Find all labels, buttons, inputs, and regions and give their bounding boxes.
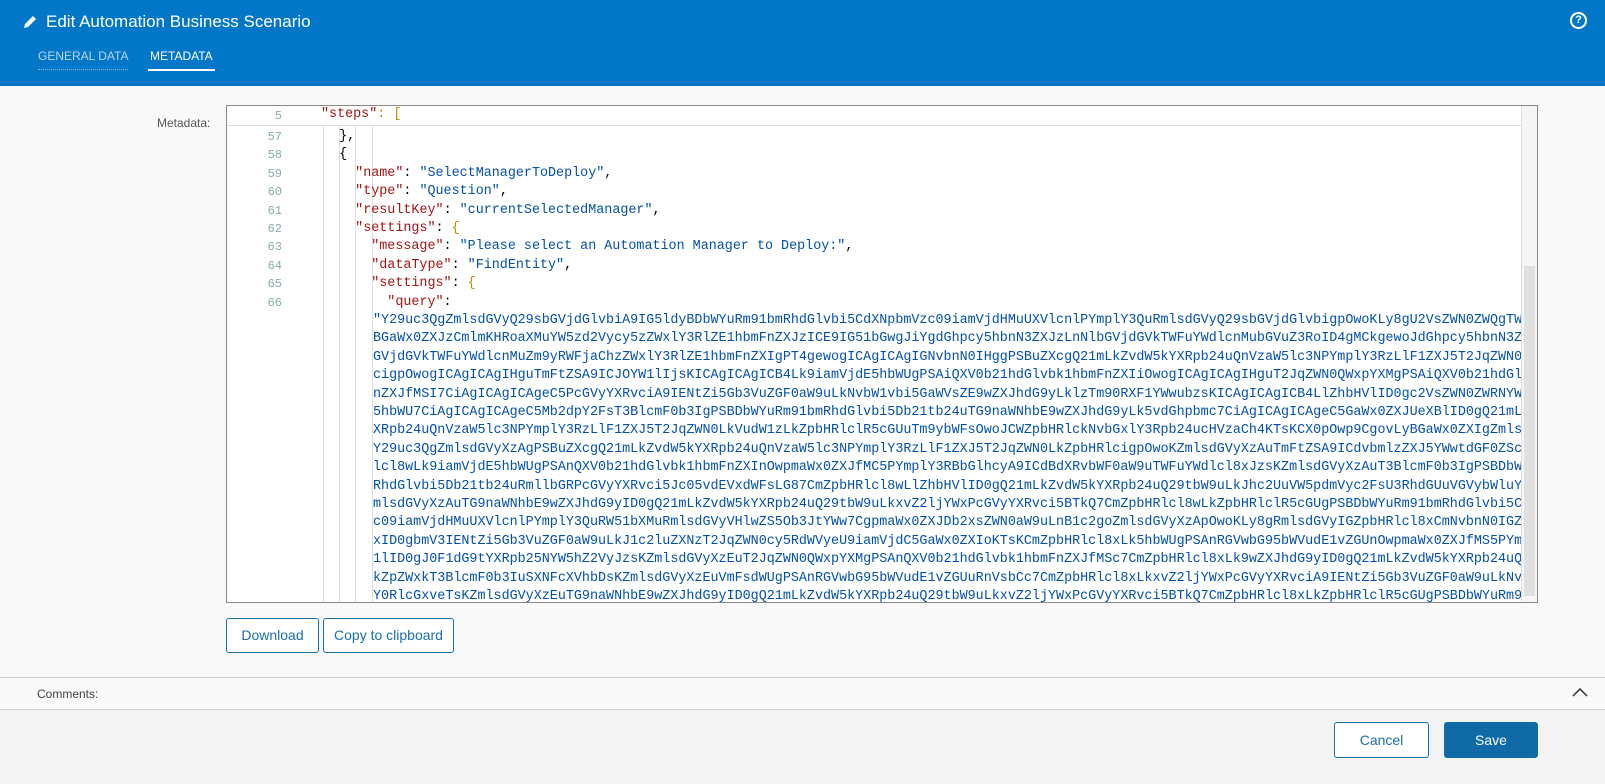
query-value-line: cigpOwogICAgICAgIHguTmFtZSA9ICJOYW1lIjsK… [373, 368, 1538, 384]
json-punct: , [499, 184, 508, 200]
code-line: "dataType": "FindEntity", [371, 257, 573, 273]
copy-to-clipboard-button[interactable]: Copy to clipboard [323, 618, 454, 653]
comments-label: Comments: [37, 687, 99, 701]
cancel-button[interactable]: Cancel [1334, 722, 1429, 758]
tab-general-data[interactable]: GENERAL DATA [38, 49, 129, 70]
line-number: 5 [274, 109, 282, 123]
code-line: "settings": { [371, 276, 476, 292]
line-number: 59 [267, 166, 282, 181]
query-value-line: BGaWx0ZXJzCmlmKHRoaXMuYW5zd2Vycy5zZWxlY3… [373, 331, 1538, 347]
chevron-up-icon[interactable] [1572, 688, 1588, 697]
query-value-line: Y29uc3QgZmlsdGVyXzAgPSBuZXcgQ21mLkZvdW5k… [373, 441, 1538, 457]
pencil-icon [24, 16, 36, 28]
json-key: "name" [355, 165, 404, 181]
query-value-line: XRpb24uQnVzaW5lc3NPYmplY3RzLlF1ZXJ5T2JqZ… [373, 423, 1538, 439]
json-key: "settings" [355, 221, 436, 236]
line-number: 57 [267, 130, 282, 144]
code-line: "settings": { [355, 221, 460, 236]
json-punct: , [604, 165, 613, 181]
query-value-line: mlsdGVyXzAuTG9naWNhbE9wZXJhdG9yID0gQ21mL… [373, 497, 1538, 512]
code-line: "name": "SelectManagerToDeploy", [355, 165, 613, 181]
sticky-scroll-line[interactable]: 5 "steps": [ [227, 106, 1521, 126]
query-value-line: 5hbWU7CiAgICAgICAgeC5Mb2dpY2FsT3BlcmF0b3… [373, 405, 1538, 420]
json-value: "currentSelectedManager" [459, 202, 653, 218]
comments-section[interactable]: Comments: [0, 677, 1605, 710]
line-number: 62 [267, 222, 282, 236]
json-brace: { [467, 276, 476, 292]
scrollbar-thumb[interactable] [1524, 266, 1535, 596]
editor-scrollbar[interactable] [1521, 106, 1537, 602]
query-value-line: Y0RlcGxveTsKZmlsdGVyXzEuTG9naWNhbE9wZXJh… [373, 589, 1538, 603]
line-number: 58 [267, 148, 282, 163]
query-value-line: xID0gbmV3IENtZi5Gb3VuZGF0aW9uLkJ1c2luZXN… [373, 533, 1538, 549]
footer: Cancel Save [0, 710, 1605, 784]
line-number: 60 [267, 185, 282, 200]
json-value: "SelectManagerToDeploy" [419, 165, 605, 181]
json-punct: { [339, 147, 348, 163]
metadata-label: Metadata: [157, 116, 211, 130]
download-button[interactable]: Download [226, 618, 319, 653]
json-punct: , [652, 202, 661, 218]
json-value: "FindEntity" [467, 257, 565, 273]
code-line: { [323, 146, 347, 164]
code-line: "type": "Question", [355, 184, 508, 200]
query-value-line: kZpZWxkT3BlcmF0b3IuSXNFcXVhbDsKZmlsdGVyX… [373, 570, 1538, 586]
query-value-line: c09iamVjdHMuUXVlcnlPYmplY3QuRW51bXMuRmls… [373, 515, 1538, 531]
code-line: "message": "Please select an Automation … [371, 239, 854, 255]
json-punct: , [564, 257, 573, 273]
json-key: "type" [355, 184, 404, 200]
query-value-line: "Y29uc3QgZmlsdGVyQ29sbGVjdGlvbiA9IG5ldyB… [373, 313, 1538, 328]
line-number: 61 [267, 203, 282, 218]
code-line: "resultKey": "currentSelectedManager", [355, 202, 661, 218]
json-brace: { [451, 221, 460, 236]
tab-metadata[interactable]: METADATA [148, 49, 215, 71]
json-key: "dataType" [371, 257, 452, 273]
json-key: "resultKey" [355, 202, 444, 218]
json-key: "settings" [371, 276, 452, 292]
json-punct: : [ [377, 107, 402, 122]
json-key: "query" [387, 294, 444, 310]
line-number: 64 [267, 258, 282, 273]
metadata-code-editor[interactable]: 5 "steps": [ 57 }, 58 {59 "name": "Select… [226, 105, 1538, 603]
query-value-line: GVjdGVkTWFuYWdlcnMuZm9yRWFjaChzZWxlY3RlZ… [373, 349, 1538, 365]
line-number: 66 [267, 295, 282, 310]
dialog-title: Edit Automation Business Scenario [22, 12, 311, 32]
query-value-line: lcl8wLk9iamVjdE5hbWUgPSAnQXV0b21hdGlvbk1… [373, 460, 1538, 476]
header: Edit Automation Business Scenario ? GENE… [0, 0, 1605, 86]
json-punct: }, [339, 129, 356, 144]
query-value-line: 1lID0gJ0F1dG9tYXRpb25NYW5hZ2VyJzsKZmlsdG… [373, 552, 1538, 568]
json-key: "message" [371, 239, 444, 255]
query-value-line: RhdGlvbi5Db21tb24uRmllbGRPcGVyYXRvci5Jc0… [373, 478, 1538, 494]
code-line: }, [323, 128, 355, 146]
json-value: "Please select an Automation Manager to … [459, 239, 846, 255]
code-line: "query": [387, 294, 460, 310]
json-value: "Question" [419, 184, 500, 200]
json-key: "steps" [321, 107, 378, 122]
save-button[interactable]: Save [1444, 722, 1538, 758]
line-number: 65 [267, 277, 282, 292]
line-number: 63 [267, 240, 282, 255]
title-text: Edit Automation Business Scenario [46, 12, 311, 31]
json-punct: , [845, 239, 854, 255]
query-value-line: nZXJfMSI7CiAgICAgICAgeC5PcGVyYXRvciA9IEN… [373, 386, 1538, 402]
help-icon[interactable]: ? [1570, 12, 1587, 29]
